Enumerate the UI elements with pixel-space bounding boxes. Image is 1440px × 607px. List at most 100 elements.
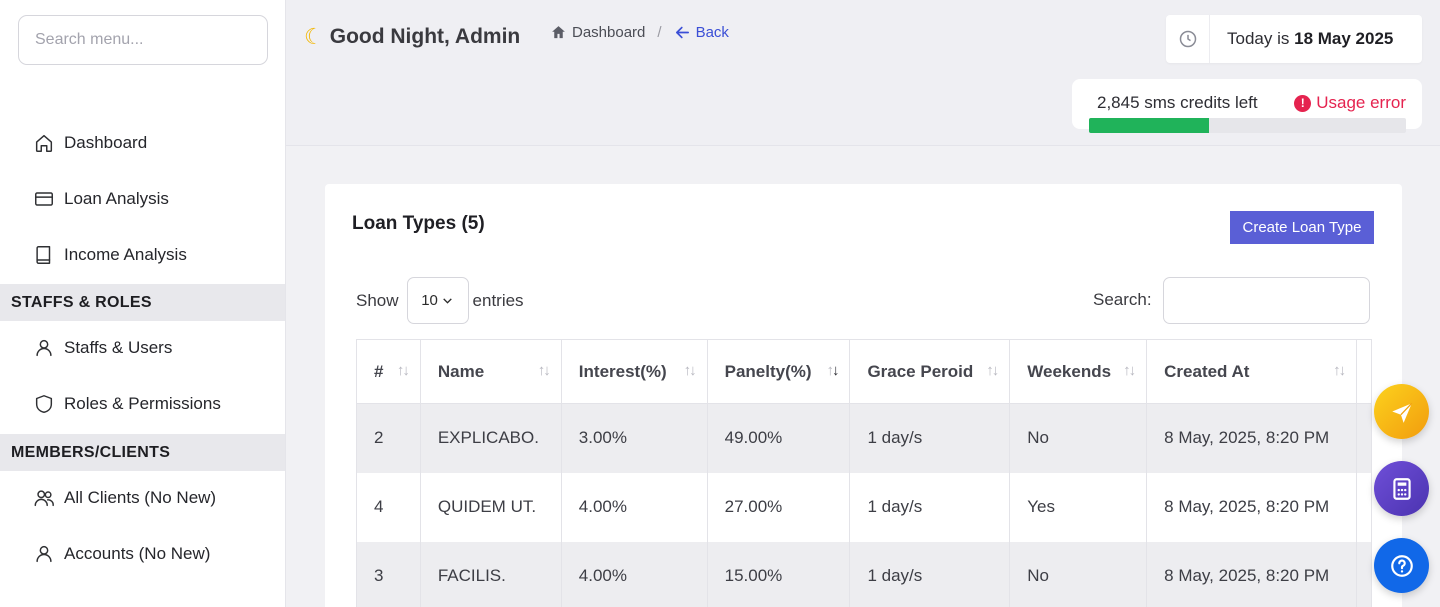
sidebar-item-dashboard[interactable]: Dashboard bbox=[0, 115, 285, 171]
sidebar-item-all-clients[interactable]: All Clients (No New) bbox=[0, 470, 285, 526]
column-label: Grace Peroid bbox=[867, 361, 974, 381]
paper-plane-icon bbox=[1391, 402, 1412, 423]
calculator-icon bbox=[1392, 477, 1411, 500]
sidebar-item-accounts[interactable]: Accounts (No New) bbox=[0, 526, 285, 582]
cell-overflow bbox=[1356, 472, 1372, 542]
shield-icon bbox=[32, 392, 56, 416]
column-header-name[interactable]: Name ↑↓ bbox=[419, 339, 562, 404]
column-header-grace-period[interactable]: Grace Peroid ↑↓ bbox=[849, 339, 1011, 404]
sort-icon: ↑↓ bbox=[1333, 362, 1346, 379]
cell-weekends: No bbox=[1009, 403, 1148, 473]
date-text: Today is 18 May 2025 bbox=[1210, 29, 1393, 49]
cell-overflow bbox=[1356, 541, 1372, 607]
cell-number: 2 bbox=[356, 403, 421, 473]
entries-length-control: Show 10 entries bbox=[356, 277, 524, 324]
cell-penalty: 49.00% bbox=[706, 403, 851, 473]
table-search-label: Search: bbox=[1093, 290, 1152, 309]
entries-select[interactable]: 10 bbox=[406, 277, 469, 324]
sort-icon: ↑↓ bbox=[396, 362, 410, 379]
loan-types-table: # ↑↓ Name ↑↓ Interest(%) ↑↓ Panelty(%) ↑↓ Gr… bbox=[356, 339, 1372, 607]
cell-created-at: 8 May, 2025, 8:20 PM bbox=[1146, 472, 1358, 542]
arrow-left-icon bbox=[675, 26, 689, 39]
sidebar-section-members-clients: MEMBERS/CLIENTS bbox=[0, 434, 285, 471]
sort-icon: ↑↓ bbox=[683, 362, 697, 379]
greeting: ☾ Good Night, Admin bbox=[304, 24, 520, 50]
user-icon bbox=[32, 336, 56, 360]
cell-interest: 3.00% bbox=[560, 403, 708, 473]
column-label: Interest(%) bbox=[578, 361, 667, 381]
breadcrumb-home-icon[interactable] bbox=[550, 24, 572, 41]
sidebar-search-input[interactable] bbox=[18, 15, 268, 65]
cell-weekends: Yes bbox=[1009, 472, 1148, 542]
sms-usage-progress-bar bbox=[1089, 118, 1406, 133]
error-icon: ! bbox=[1294, 94, 1312, 112]
table-row[interactable]: 4 QUIDEM UT. 4.00% 27.00% 1 day/s Yes 8 … bbox=[356, 472, 1372, 542]
usage-error[interactable]: ! Usage error bbox=[1294, 93, 1406, 113]
column-label: # bbox=[374, 361, 384, 381]
cell-penalty: 27.00% bbox=[706, 472, 851, 542]
column-header-penalty[interactable]: Panelty(%) ↑↓ bbox=[706, 339, 851, 404]
clock-icon bbox=[1166, 15, 1210, 63]
help-button[interactable] bbox=[1374, 538, 1429, 593]
sms-credits-text: 2,845 sms credits left bbox=[1097, 93, 1258, 112]
usage-error-label: Usage error bbox=[1316, 93, 1406, 112]
table-row[interactable]: 3 FACILIS. 4.00% 15.00% 1 day/s No 8 May… bbox=[356, 541, 1372, 607]
sidebar-item-loan-analysis[interactable]: Loan Analysis bbox=[0, 171, 285, 227]
column-header-interest[interactable]: Interest(%) ↑↓ bbox=[560, 339, 708, 404]
moon-icon: ☾ bbox=[304, 24, 324, 49]
book-icon bbox=[32, 243, 56, 267]
entries-value: 10 bbox=[421, 292, 438, 309]
sidebar-item-label: Accounts (No New) bbox=[64, 544, 211, 563]
back-link[interactable]: Back bbox=[674, 24, 729, 41]
date-value: 18 May 2025 bbox=[1294, 29, 1394, 48]
question-circle-icon bbox=[1390, 554, 1413, 577]
card-title: Loan Types (5) bbox=[352, 213, 485, 234]
chevron-down-icon bbox=[443, 298, 452, 304]
cell-grace-period: 1 day/s bbox=[849, 541, 1011, 607]
table-header-row: # ↑↓ Name ↑↓ Interest(%) ↑↓ Panelty(%) ↑↓ Gr… bbox=[356, 339, 1372, 404]
cell-created-at: 8 May, 2025, 8:20 PM bbox=[1146, 541, 1358, 607]
calculator-button[interactable] bbox=[1374, 461, 1429, 516]
column-label: Created At bbox=[1164, 361, 1250, 381]
table-row[interactable]: 2 EXPLICABO. 3.00% 49.00% 1 day/s No 8 M… bbox=[356, 403, 1372, 473]
greeting-text: Good Night, Admin bbox=[329, 25, 521, 48]
sidebar-item-staffs-users[interactable]: Staffs & Users bbox=[0, 320, 285, 376]
sidebar-item-label: Dashboard bbox=[64, 133, 148, 152]
sms-usage-progress-fill bbox=[1089, 118, 1210, 133]
back-label: Back bbox=[695, 24, 729, 41]
date-prefix: Today is bbox=[1227, 29, 1290, 48]
sidebar-item-roles-permissions[interactable]: Roles & Permissions bbox=[0, 376, 285, 432]
sidebar-section-staffs-roles: STAFFS & ROLES bbox=[0, 284, 285, 321]
sidebar-item-label: Roles & Permissions bbox=[64, 394, 221, 413]
create-loan-type-button[interactable]: Create Loan Type bbox=[1230, 211, 1374, 244]
column-header-created-at[interactable]: Created At ↑↓ bbox=[1146, 339, 1358, 404]
sidebar-item-income-analysis[interactable]: Income Analysis bbox=[0, 227, 285, 283]
column-header-number[interactable]: # ↑↓ bbox=[356, 339, 421, 404]
cell-overflow bbox=[1356, 403, 1372, 473]
sidebar-item-label: Loan Analysis bbox=[64, 189, 169, 208]
column-header-weekends[interactable]: Weekends ↑↓ bbox=[1009, 339, 1148, 404]
cell-name: EXPLICABO. bbox=[419, 403, 562, 473]
home-icon bbox=[32, 131, 56, 155]
breadcrumb-separator: / bbox=[657, 24, 662, 41]
user-icon bbox=[32, 542, 56, 566]
cell-interest: 4.00% bbox=[560, 472, 708, 542]
sort-icon: ↑↓ bbox=[1123, 362, 1136, 379]
cell-grace-period: 1 day/s bbox=[849, 472, 1011, 542]
entries-label: entries bbox=[472, 290, 524, 310]
cell-number: 3 bbox=[356, 541, 421, 607]
column-header-overflow bbox=[1356, 339, 1372, 404]
loan-types-card: Loan Types (5) Create Loan Type Show 10 … bbox=[325, 184, 1402, 607]
sidebar-item-label: Income Analysis bbox=[64, 245, 187, 264]
column-label: Weekends bbox=[1027, 361, 1112, 381]
column-label: Name bbox=[437, 361, 485, 381]
credit-card-icon bbox=[32, 187, 56, 211]
table-search-input[interactable] bbox=[1163, 277, 1370, 324]
breadcrumb: Dashboard / Back bbox=[550, 24, 729, 41]
sidebar-item-label: Staffs & Users bbox=[64, 338, 173, 357]
show-label: Show bbox=[356, 290, 399, 310]
breadcrumb-dashboard-link[interactable]: Dashboard bbox=[572, 24, 645, 41]
date-display: Today is 18 May 2025 bbox=[1166, 15, 1422, 63]
sort-icon: ↑↓ bbox=[986, 362, 999, 379]
send-sms-button[interactable] bbox=[1374, 384, 1429, 439]
